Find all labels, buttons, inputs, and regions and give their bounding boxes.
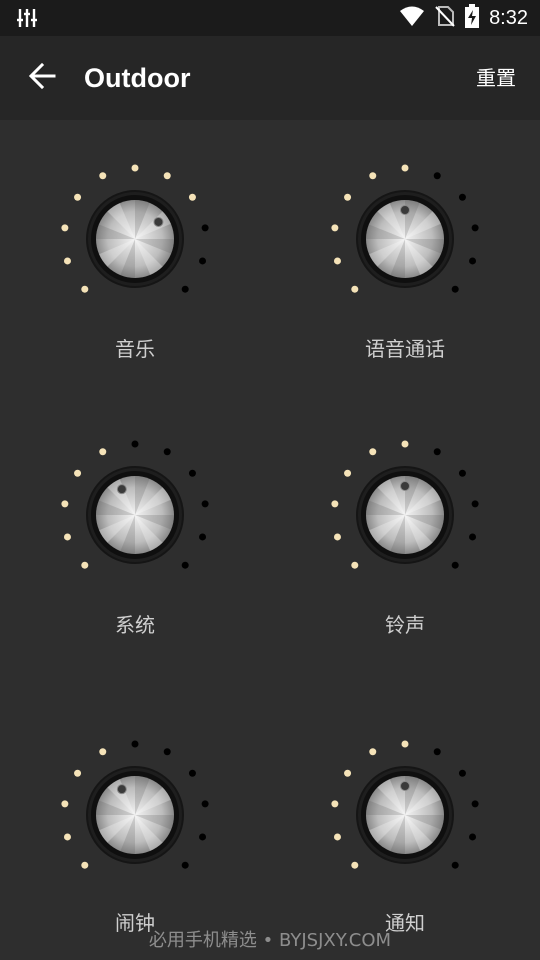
level-dot-active <box>369 748 377 756</box>
level-dot-active <box>188 193 196 201</box>
level-dot-inactive <box>163 448 171 456</box>
level-dot-active <box>61 224 69 232</box>
level-dot-inactive <box>469 257 477 265</box>
volume-knob[interactable] <box>45 149 225 329</box>
level-dot-active <box>81 285 89 293</box>
level-dot-inactive <box>433 448 441 456</box>
level-dot-inactive <box>201 500 209 508</box>
knob-indicator <box>400 205 410 215</box>
wifi-icon <box>399 5 425 31</box>
level-dot-active <box>369 448 377 456</box>
watermark: 必用手机精选 • BYJSJXY.COM <box>148 930 392 951</box>
level-dot-inactive <box>458 469 466 477</box>
level-dot-active <box>351 861 359 869</box>
level-dot-inactive <box>451 285 459 293</box>
level-dot-active <box>131 164 139 172</box>
level-dot-inactive <box>471 800 479 808</box>
level-dot-inactive <box>469 833 477 841</box>
level-dot-inactive <box>471 500 479 508</box>
level-dot-active <box>344 769 352 777</box>
arrow-left-icon <box>28 62 56 94</box>
level-dot-inactive <box>433 172 441 180</box>
knob-label: 铃声 <box>385 613 425 637</box>
level-dot-active <box>63 257 71 265</box>
level-dot-inactive <box>451 861 459 869</box>
level-dot-active <box>99 448 107 456</box>
level-dot-active <box>61 800 69 808</box>
level-dot-active <box>351 285 359 293</box>
level-dot-active <box>331 224 339 232</box>
level-dot-active <box>369 172 377 180</box>
knob-label: 语音通话 <box>365 337 445 361</box>
level-dot-inactive <box>131 440 139 448</box>
knob-label: 系统 <box>115 613 155 637</box>
level-dot-inactive <box>181 861 189 869</box>
status-bar: 8:32 <box>0 0 540 36</box>
level-dot-inactive <box>181 561 189 569</box>
equalizer-icon <box>16 7 38 33</box>
level-dot-active <box>99 748 107 756</box>
level-dot-inactive <box>163 748 171 756</box>
level-dot-inactive <box>188 469 196 477</box>
level-dot-inactive <box>433 748 441 756</box>
level-dot-active <box>401 740 409 748</box>
level-dot-inactive <box>469 533 477 541</box>
back-button[interactable] <box>22 58 62 98</box>
level-dot-inactive <box>199 257 207 265</box>
level-dot-active <box>333 833 341 841</box>
knob-indicator <box>116 784 127 795</box>
level-dot-active <box>351 561 359 569</box>
level-dot-inactive <box>201 800 209 808</box>
level-dot-active <box>74 469 82 477</box>
level-dot-inactive <box>181 285 189 293</box>
volume-knob[interactable] <box>45 425 225 605</box>
app-bar: Outdoor 重置 <box>0 36 540 120</box>
reset-button[interactable]: 重置 <box>476 62 516 94</box>
level-dot-active <box>163 172 171 180</box>
level-dot-active <box>331 500 339 508</box>
knob-indicator <box>153 216 164 227</box>
level-dot-active <box>74 769 82 777</box>
knob-label: 音乐 <box>115 337 155 361</box>
knob-indicator <box>400 781 410 791</box>
level-dot-active <box>99 172 107 180</box>
level-dot-active <box>63 833 71 841</box>
knob-indicator <box>400 481 410 491</box>
level-dot-inactive <box>199 833 207 841</box>
level-dot-inactive <box>471 224 479 232</box>
battery-charging-icon <box>465 4 480 32</box>
level-dot-active <box>401 164 409 172</box>
volume-knob[interactable] <box>315 425 495 605</box>
level-dot-active <box>333 257 341 265</box>
knob-indicator <box>116 484 127 495</box>
level-dot-inactive <box>131 740 139 748</box>
level-dot-inactive <box>458 769 466 777</box>
level-dot-inactive <box>451 561 459 569</box>
volume-knob[interactable] <box>45 725 225 905</box>
level-dot-active <box>61 500 69 508</box>
level-dot-inactive <box>201 224 209 232</box>
level-dot-active <box>81 561 89 569</box>
no-sim-icon <box>435 5 455 31</box>
level-dot-active <box>333 533 341 541</box>
level-dot-active <box>74 193 82 201</box>
level-dot-active <box>331 800 339 808</box>
level-dot-active <box>344 193 352 201</box>
level-dot-active <box>63 533 71 541</box>
level-dot-inactive <box>199 533 207 541</box>
status-time: 8:32 <box>489 6 528 29</box>
level-dot-active <box>344 469 352 477</box>
volume-knob[interactable] <box>315 725 495 905</box>
volume-knob[interactable] <box>315 149 495 329</box>
level-dot-inactive <box>458 193 466 201</box>
level-dot-active <box>401 440 409 448</box>
page-title: Outdoor <box>84 63 191 93</box>
level-dot-active <box>81 861 89 869</box>
level-dot-inactive <box>188 769 196 777</box>
